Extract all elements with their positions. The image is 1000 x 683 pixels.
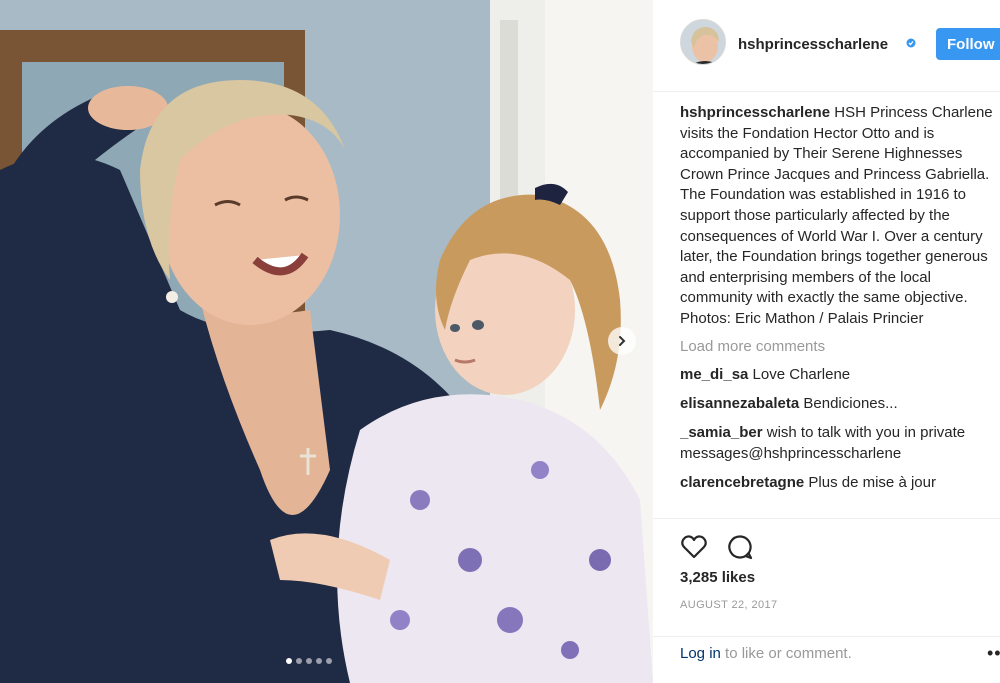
post-date: AUGUST 22, 2017 — [680, 599, 778, 611]
login-suffix: to like or comment. — [720, 645, 852, 662]
post-photo[interactable] — [0, 0, 653, 683]
comment-username[interactable]: me_di_sa — [680, 366, 748, 383]
comment-text: Love Charlene — [748, 365, 851, 383]
comments-list[interactable]: hshprincesscharlene HSH Princess Charlen… — [680, 103, 998, 517]
post-footer: Log in to like or comment. ••• — [653, 636, 1000, 683]
post-caption: hshprincesscharlene HSH Princess Charlen… — [680, 103, 998, 330]
carousel-dot — [296, 658, 302, 664]
chevron-right-icon — [619, 336, 626, 346]
carousel-indicator — [286, 658, 332, 664]
list-item: clarencebretagne Plus de mise à jour — [680, 472, 998, 493]
more-options-icon[interactable]: ••• — [987, 643, 1000, 664]
verified-badge-icon — [906, 36, 916, 53]
post-sidebar: hshprincesscharlene Follow hshprincessch… — [653, 0, 1000, 683]
caption-credit: Photos: Eric Mathon / Palais Princier — [680, 309, 924, 327]
comment-username[interactable]: _samia_ber — [680, 424, 763, 441]
carousel-dot — [306, 658, 312, 664]
post-header: hshprincesscharlene Follow — [653, 0, 1000, 92]
carousel-dot — [286, 658, 292, 664]
comment-username[interactable]: clarencebretagne — [680, 474, 804, 491]
list-item: me_di_sa Love Charlene — [680, 364, 998, 385]
comment-button[interactable] — [726, 533, 754, 561]
login-link[interactable]: Log in — [680, 645, 721, 662]
photo-illustration — [0, 0, 653, 683]
carousel-next-button[interactable] — [608, 327, 636, 355]
post-actions: 3,285 likes AUGUST 22, 2017 — [653, 518, 1000, 636]
load-more-comments-link[interactable]: Load more comments — [680, 338, 998, 355]
caption-username[interactable]: hshprincesscharlene — [680, 104, 830, 121]
login-prompt: Log in to like or comment. — [680, 645, 852, 662]
carousel-dot — [316, 658, 322, 664]
follow-button[interactable]: Follow — [936, 28, 1000, 60]
comment-text: Plus de mise à jour — [804, 473, 936, 491]
action-icons — [680, 533, 754, 561]
list-item: _samia_ber wish to talk with you in priv… — [680, 422, 998, 464]
caption-text: HSH Princess Charlene visits the Fondati… — [680, 104, 993, 307]
post-author-username[interactable]: hshprincesscharlene — [738, 36, 888, 53]
list-item: elisannezabaleta Bendiciones... — [680, 393, 998, 414]
like-button[interactable] — [680, 533, 708, 561]
carousel-dot — [326, 658, 332, 664]
comment-text: Bendiciones... — [799, 394, 898, 412]
avatar-image — [681, 20, 725, 64]
comment-username[interactable]: elisannezabaleta — [680, 395, 799, 412]
heart-icon — [681, 535, 707, 559]
comment-bubble-icon — [728, 535, 753, 560]
avatar[interactable] — [680, 19, 726, 65]
likes-count[interactable]: 3,285 likes — [680, 569, 755, 586]
